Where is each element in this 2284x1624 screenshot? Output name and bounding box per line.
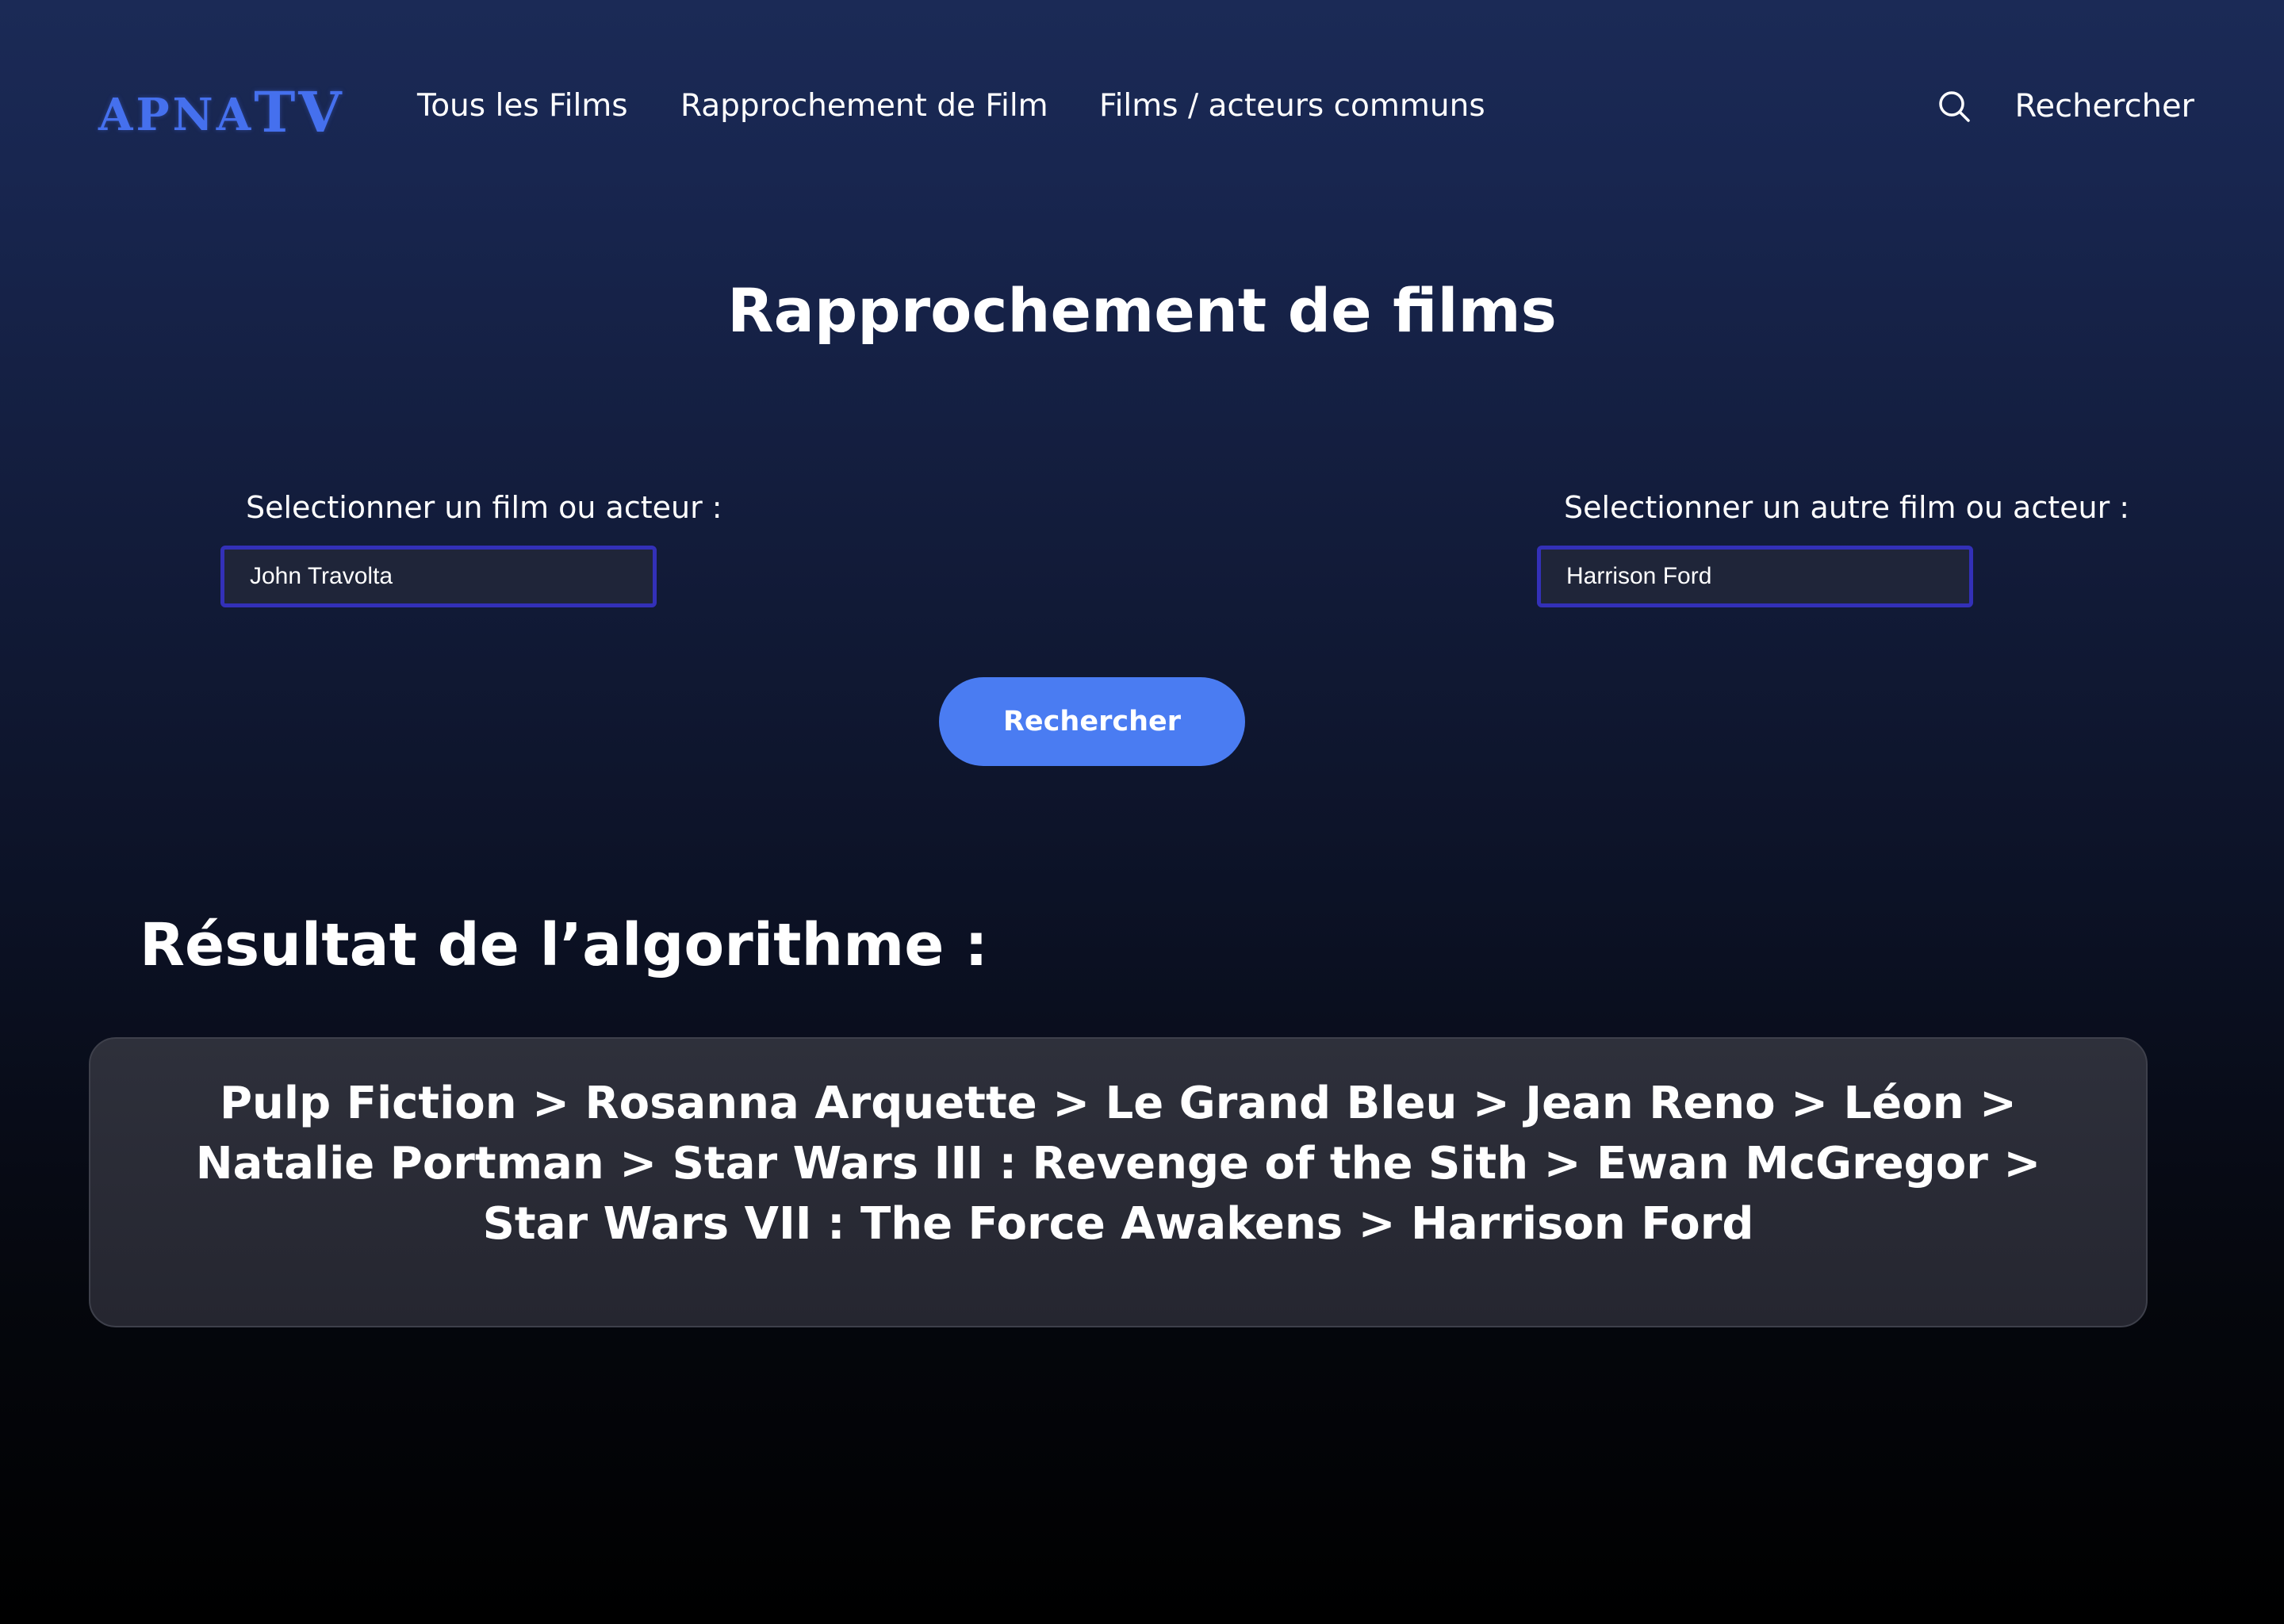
logo-text-apna: APNA <box>98 89 255 141</box>
logo-text-tv: TV <box>254 79 345 145</box>
apnatv-logo[interactable]: APNA TV <box>98 76 345 140</box>
result-heading: Résultat de l’algorithme : <box>140 911 988 979</box>
nav-link-rapprochement-de-film[interactable]: Rapprochement de Film <box>680 84 1048 128</box>
header-search-link[interactable]: Rechercher <box>2014 84 2194 128</box>
result-panel: Pulp Fiction > Rosanna Arquette > Le Gra… <box>89 1037 2148 1327</box>
search-icon[interactable] <box>1937 89 1972 124</box>
top-navbar: APNA TV Tous les Films Rapprochement de F… <box>0 0 2284 214</box>
result-path-text: Pulp Fiction > Rosanna Arquette > Le Gra… <box>195 1078 2041 1250</box>
nav-link-tous-les-films[interactable]: Tous les Films <box>417 84 628 128</box>
page-title: Rapprochement de films <box>727 275 1557 346</box>
second-film-or-actor-input[interactable] <box>1537 546 1973 607</box>
nav-link-films-acteurs-communs[interactable]: Films / acteurs communs <box>1099 84 1485 128</box>
first-film-or-actor-input[interactable] <box>220 546 657 607</box>
second-selection-label: Selectionner un autre film ou acteur : <box>1564 490 2130 525</box>
search-button[interactable]: Rechercher <box>939 677 1245 766</box>
first-selection-label: Selectionner un film ou acteur : <box>246 490 722 525</box>
